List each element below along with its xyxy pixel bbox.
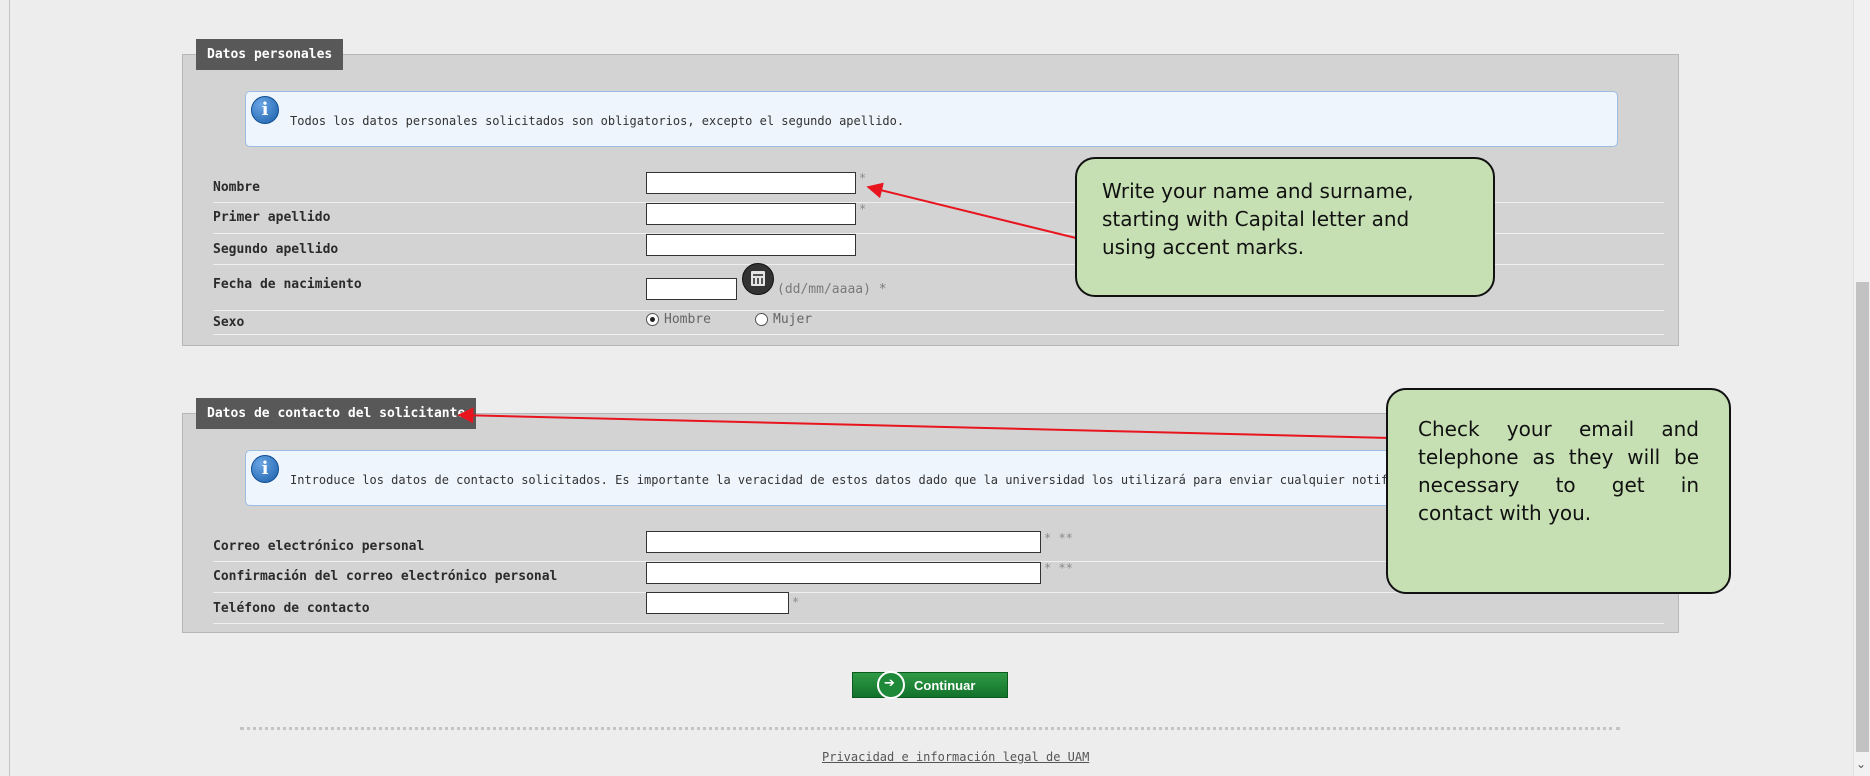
callout-name-line-3: using accent marks. bbox=[1102, 235, 1305, 259]
callout-contact-line-1: Check your email and bbox=[1418, 417, 1699, 441]
page-scrollbar[interactable]: ⌄ bbox=[1853, 0, 1870, 776]
callout-name-line-2: starting with Capital letter and bbox=[1102, 207, 1410, 231]
callout-contact-line-4: contact with you. bbox=[1418, 501, 1592, 525]
callout-contact-instructions: Check your email and telephone as they w… bbox=[1386, 388, 1731, 594]
callout-contact-line-3: necessary to get in bbox=[1418, 473, 1699, 497]
scrollbar-thumb[interactable] bbox=[1856, 282, 1869, 752]
arrow-to-contact-legend bbox=[457, 407, 1391, 439]
callout-name-instructions: Write your name and surname, starting wi… bbox=[1075, 157, 1495, 297]
callout-contact-line-2: telephone as they will be bbox=[1418, 445, 1699, 469]
scroll-down-arrow-icon[interactable]: ⌄ bbox=[1856, 757, 1866, 771]
callout-name-line-1: Write your name and surname, bbox=[1102, 179, 1414, 203]
arrow-to-nombre bbox=[866, 182, 1077, 239]
